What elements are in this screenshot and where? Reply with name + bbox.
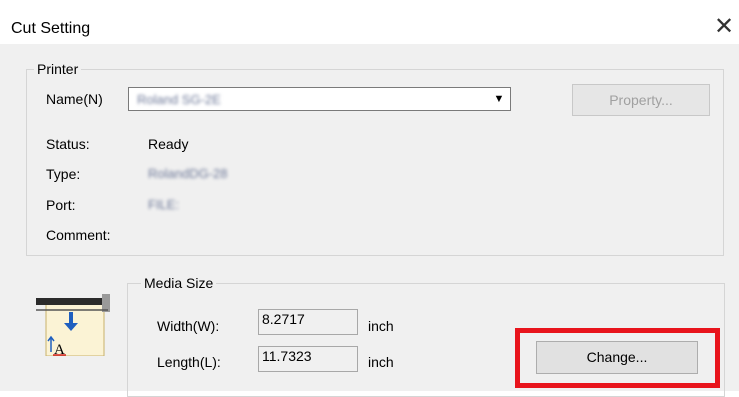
status-label: Status: bbox=[46, 136, 90, 152]
port-label: Port: bbox=[46, 197, 76, 213]
width-field[interactable]: 8.2717 bbox=[258, 309, 358, 335]
name-label: Name(N) bbox=[46, 91, 103, 107]
width-label: Width(W): bbox=[157, 318, 220, 334]
length-field[interactable]: 11.7323 bbox=[258, 346, 358, 372]
type-label: Type: bbox=[46, 166, 81, 182]
window-title: Cut Setting bbox=[11, 20, 91, 37]
media-icon: A bbox=[36, 290, 112, 358]
printer-group-label: Printer bbox=[34, 61, 82, 77]
property-button[interactable]: Property... bbox=[572, 84, 710, 116]
port-value: FILE: bbox=[148, 197, 180, 212]
width-unit: inch bbox=[368, 318, 394, 334]
status-value: Ready bbox=[148, 136, 189, 152]
cutter-media-icon: A bbox=[36, 294, 110, 358]
chevron-down-icon[interactable]: ▼ bbox=[489, 89, 509, 109]
change-button-highlight bbox=[515, 328, 720, 388]
media-size-group-label: Media Size bbox=[141, 275, 217, 291]
length-unit: inch bbox=[368, 354, 394, 370]
title-bar: Cut Setting ✕ bbox=[0, 0, 739, 44]
type-value: RolandDG-28 bbox=[148, 166, 228, 181]
close-icon[interactable]: ✕ bbox=[712, 14, 736, 40]
property-button-label: Property... bbox=[609, 92, 673, 108]
comment-label: Comment: bbox=[46, 227, 111, 243]
length-label: Length(L): bbox=[157, 354, 221, 370]
media-icon-letter: A bbox=[54, 342, 65, 356]
printer-name-value: Roland SG-2E bbox=[137, 92, 221, 107]
printer-name-select[interactable]: Roland SG-2E ▼ bbox=[128, 87, 511, 111]
